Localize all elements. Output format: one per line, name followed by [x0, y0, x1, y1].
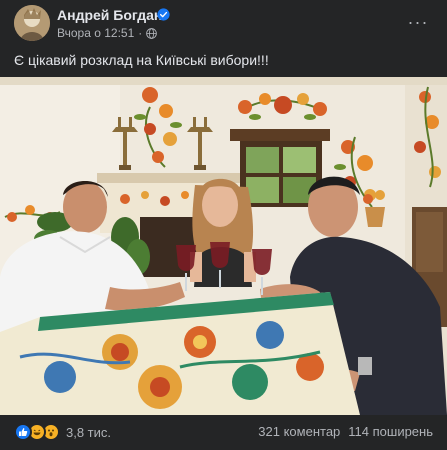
verified-badge-icon	[157, 8, 170, 21]
person-middle	[190, 178, 256, 287]
post-text: Є цікавий розклад на Київські вибори!!!	[14, 52, 269, 68]
comments-count-link[interactable]: 321 коментар	[258, 424, 340, 439]
reactions-summary[interactable]: 3,8 тис.	[14, 423, 111, 441]
post-meta: Вчора о 12:51 ·	[57, 26, 158, 40]
author-name[interactable]: Андрей Богдан	[57, 7, 162, 23]
photo-illustration	[0, 77, 447, 415]
post-footer: 3,8 тис. 321 коментар 114 поширень	[0, 415, 447, 450]
more-options-button[interactable]: ···	[404, 8, 432, 36]
post-photo[interactable]	[0, 77, 447, 415]
meta-separator: ·	[138, 26, 143, 40]
shares-count-link[interactable]: 114 поширень	[348, 424, 433, 439]
author-avatar[interactable]	[14, 5, 50, 41]
reaction-count: 3,8 тис.	[66, 424, 112, 440]
post-stats: 321 коментар 114 поширень	[258, 424, 433, 439]
facebook-post: Андрей Богдан Вчора о 12:51 · ··· Є ціка…	[0, 0, 447, 450]
like-icon	[14, 423, 32, 441]
post-header: Андрей Богдан Вчора о 12:51 · ···	[0, 0, 447, 46]
post-timestamp[interactable]: Вчора о 12:51	[57, 26, 134, 40]
globe-icon[interactable]	[146, 27, 158, 39]
